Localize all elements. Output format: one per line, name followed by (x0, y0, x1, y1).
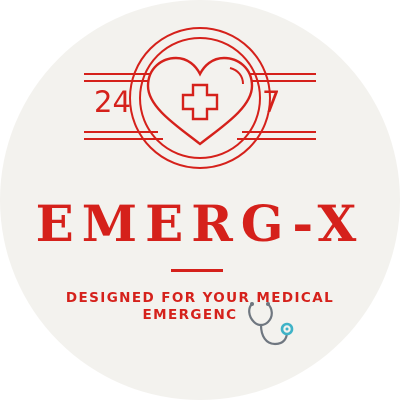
brand-name: EMERG-X (35, 194, 365, 253)
divider (171, 269, 223, 272)
logo-badge: 24 7 EMERG-X DESIGNED FOR YOUR MEDICAL E… (0, 0, 400, 400)
stethoscope-icon (248, 302, 294, 346)
tagline-line-2: EMERGENC (142, 307, 238, 323)
tagline-line-1: DESIGNED FOR YOUR MEDICAL (65, 290, 335, 306)
hours-number: 24 (94, 85, 131, 119)
days-number: 7 (262, 85, 281, 119)
